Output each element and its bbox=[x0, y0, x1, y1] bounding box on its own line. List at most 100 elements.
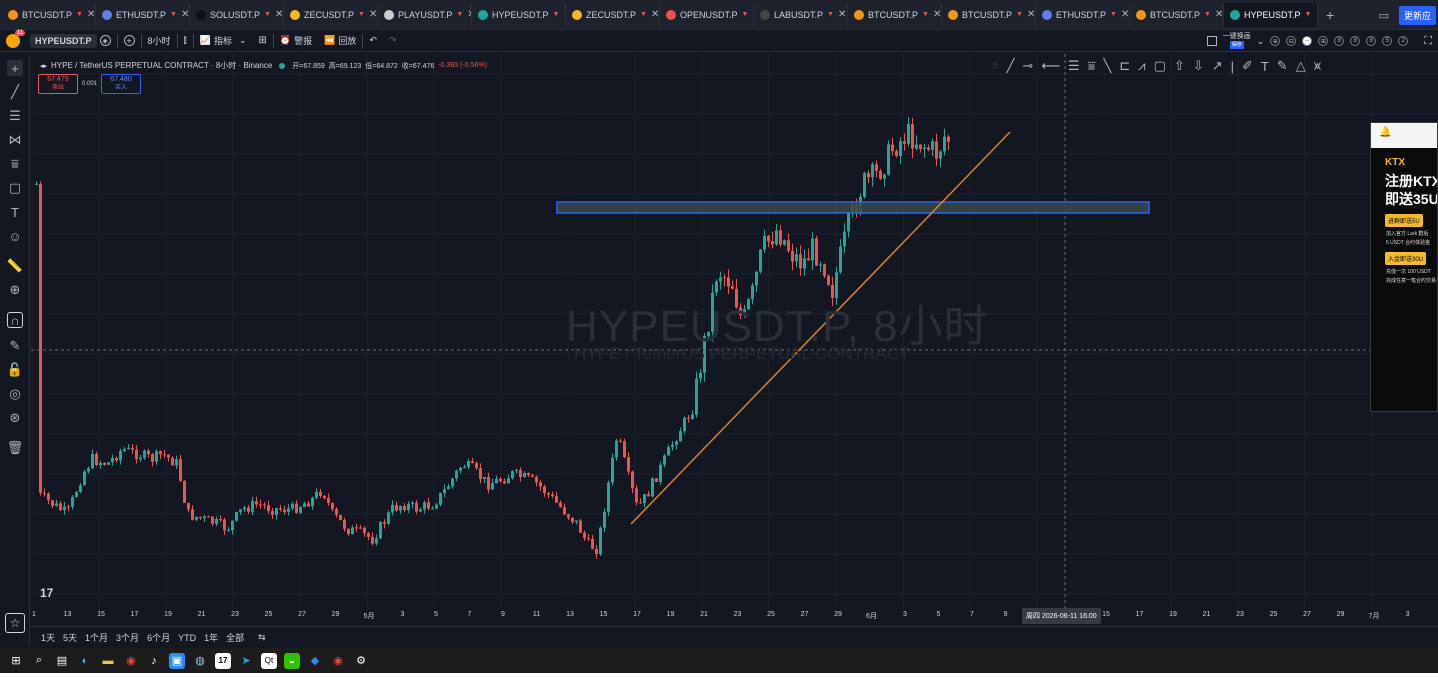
globe-app-icon[interactable]: ◍ bbox=[192, 653, 208, 669]
trendline-icon[interactable]: ╱ bbox=[1007, 58, 1015, 74]
shield-icon[interactable]: ◈ bbox=[99, 35, 111, 46]
tab-13[interactable]: HYPEUSDT.P▼✕ bbox=[1224, 2, 1318, 27]
magnet-icon[interactable]: ∩ bbox=[7, 312, 23, 328]
text-icon[interactable]: T bbox=[7, 204, 23, 220]
close-icon[interactable]: ✕ bbox=[1121, 9, 1129, 20]
app2-icon[interactable]: Qt bbox=[261, 652, 277, 669]
close-icon[interactable]: ✕ bbox=[651, 9, 659, 20]
ruler-icon[interactable]: 📏 bbox=[7, 258, 23, 274]
eraser-brush-icon[interactable]: ✎ bbox=[7, 338, 23, 354]
tradingview-icon[interactable]: 17 bbox=[215, 652, 231, 669]
horizontal-ray-icon[interactable]: ⊸ bbox=[1022, 58, 1033, 74]
highlighter-icon[interactable]: ✎ bbox=[1277, 58, 1288, 74]
symbol-search-button[interactable]: HYPEUSDT.P bbox=[30, 33, 97, 48]
tab-2[interactable]: SOLUSDT.P ▼ ✕ bbox=[190, 2, 284, 27]
tab-7[interactable]: OPENUSDT.P▼✕ bbox=[660, 2, 754, 27]
tab-8[interactable]: LABUSDT.P ▼ ✕ bbox=[754, 2, 848, 27]
replay-button[interactable]: ⏪ 回放 bbox=[318, 30, 362, 52]
trash-icon[interactable]: 🗑 bbox=[7, 440, 24, 456]
callout-icon[interactable]: ⊏ bbox=[1119, 58, 1130, 74]
parallel-channel-icon[interactable]: ☰ bbox=[1068, 58, 1080, 74]
undo-button[interactable]: ↶ bbox=[363, 30, 383, 52]
vertical-line-icon[interactable]: | bbox=[1231, 59, 1234, 74]
close-icon[interactable]: ✕ bbox=[933, 9, 941, 20]
layout-save-button[interactable]: 一键换画 保存 bbox=[1223, 33, 1251, 49]
layout-circle-icon[interactable]: ⊟ bbox=[1286, 36, 1297, 46]
fib-icon[interactable]: ⩸ bbox=[7, 156, 23, 172]
zoom-icon[interactable]: ⊕ bbox=[7, 282, 23, 298]
eye-icon[interactable]: ◎ bbox=[7, 386, 23, 402]
range-button[interactable]: 1个月 bbox=[85, 631, 108, 644]
ray-icon[interactable]: ⟵ bbox=[1041, 58, 1060, 74]
chevron-down-icon[interactable]: ⌄ bbox=[1257, 36, 1265, 47]
settings-icon[interactable]: ⚙ bbox=[353, 653, 369, 669]
range-button[interactable]: 1年 bbox=[204, 631, 218, 644]
redo-button[interactable]: ↷ bbox=[383, 30, 403, 52]
telegram-icon[interactable]: ➤ bbox=[238, 653, 254, 669]
close-icon[interactable]: ✕ bbox=[369, 9, 377, 20]
close-icon[interactable]: ✕ bbox=[838, 9, 846, 20]
app-icon[interactable]: ▣ bbox=[169, 652, 185, 669]
drag-handle-icon[interactable]: ⠿ bbox=[992, 61, 999, 72]
windows-start-icon[interactable]: ⊞ bbox=[8, 653, 24, 669]
trendline-icon[interactable]: ╱ bbox=[7, 84, 23, 100]
rectangle-icon[interactable]: ▢ bbox=[1154, 58, 1166, 74]
close-icon[interactable]: ✕ bbox=[275, 9, 283, 20]
chrome-icon[interactable]: ◉ bbox=[123, 653, 139, 669]
fullscreen-icon[interactable]: ⛶ bbox=[1424, 35, 1432, 48]
wechat-icon[interactable]: ◒ bbox=[284, 652, 300, 669]
grid-circle-icon[interactable]: ⊞ bbox=[1318, 36, 1329, 46]
window-icon[interactable]: ▭ bbox=[1379, 9, 1389, 22]
arrow-up-icon[interactable]: ⇧ bbox=[1174, 58, 1185, 74]
emoji-icon[interactable]: ☺ bbox=[7, 228, 23, 244]
close-icon[interactable]: ✕ bbox=[87, 9, 95, 20]
compare-button[interactable]: + bbox=[118, 30, 141, 52]
five-circle-icon[interactable]: 5 bbox=[1382, 36, 1393, 46]
pitchfork-icon[interactable]: ⋈ bbox=[7, 132, 23, 148]
two-circle-icon[interactable]: 2 bbox=[1398, 36, 1409, 46]
range-button[interactable]: 5天 bbox=[63, 631, 77, 644]
eight-circle-icon-2[interactable]: 8 bbox=[1350, 36, 1361, 46]
tab-11[interactable]: ETHUSDT.P ▼ ✕ bbox=[1036, 2, 1130, 27]
update-button[interactable]: 更新应 bbox=[1398, 5, 1436, 25]
tab-4[interactable]: PLAYUSDT.P▼✕ bbox=[378, 2, 472, 27]
range-button[interactable]: 1天 bbox=[41, 631, 55, 644]
edge-icon[interactable]: ◐ bbox=[77, 653, 93, 669]
brush-icon[interactable]: ╲ bbox=[1104, 58, 1112, 74]
checkbox-icon[interactable] bbox=[1206, 36, 1217, 46]
interval-button[interactable]: 8小时 bbox=[142, 30, 177, 52]
star-icon[interactable]: ☆ bbox=[5, 613, 25, 633]
time-axis[interactable]: 1 13 15 17 19 21 23 25 27 29 5月 3 5 7 9 11 13 15 17 19 21 23 2… bbox=[31, 608, 1438, 622]
avatar[interactable]: 11 bbox=[6, 29, 25, 48]
eight-circle-icon[interactable]: 8 bbox=[1334, 36, 1345, 46]
tab-1[interactable]: ETHUSDT.P ▼ ✕ bbox=[96, 2, 190, 27]
collapse-icon[interactable]: ◂▸ bbox=[40, 62, 47, 70]
layouts-button[interactable]: ⊞ bbox=[253, 30, 273, 52]
ad-banner[interactable]: 🔔 KTX 注册KTX 即送35U 进群即送5U 加入官方 Lark 群后 5 … bbox=[1370, 122, 1438, 412]
pen-icon[interactable]: ✐ bbox=[1242, 58, 1253, 74]
arrow-down-icon[interactable]: ⇩ bbox=[1193, 58, 1204, 74]
pattern-icon[interactable]: ⩙ bbox=[1314, 58, 1321, 74]
tiktok-icon[interactable]: ♪ bbox=[146, 653, 162, 669]
globe-icon[interactable]: ⊛ bbox=[7, 410, 23, 426]
app3-icon[interactable]: ◆ bbox=[307, 653, 323, 669]
chrome-icon-2[interactable]: ◉ bbox=[330, 653, 346, 669]
indicators-button[interactable]: 📈 指标 ⌄ bbox=[194, 30, 253, 52]
range-button[interactable]: YTD bbox=[178, 633, 196, 643]
horizontal-lines-icon[interactable]: ☰ bbox=[7, 108, 23, 124]
range-button[interactable]: 3个月 bbox=[116, 631, 139, 644]
alert-button[interactable]: ⏰ 警报 bbox=[274, 30, 318, 52]
file-explorer-icon[interactable]: ▬ bbox=[100, 653, 116, 669]
tab-12[interactable]: BTCUSDT.P ▼ ✕ bbox=[1130, 2, 1224, 27]
arrow-icon[interactable]: ↗ bbox=[1212, 58, 1223, 74]
minus-circle-icon[interactable]: − bbox=[1302, 36, 1313, 46]
tab-3[interactable]: ZECUSDT.P ▼ ✕ bbox=[284, 2, 378, 27]
sell-button[interactable]: 67.479 卖出 bbox=[38, 74, 78, 94]
buy-button[interactable]: 67.480 买入 bbox=[101, 74, 142, 94]
close-icon[interactable]: ✕ bbox=[181, 9, 189, 20]
text-icon[interactable]: T bbox=[1261, 59, 1269, 74]
legend-symbol[interactable]: HYPE / TetherUS PERPETUAL CONTRACT · 8小时… bbox=[51, 60, 272, 71]
search-icon[interactable]: ⌕ bbox=[31, 653, 47, 669]
close-icon[interactable]: ✕ bbox=[1027, 9, 1035, 20]
tab-9[interactable]: BTCUSDT.P ▼ ✕ bbox=[848, 2, 942, 27]
